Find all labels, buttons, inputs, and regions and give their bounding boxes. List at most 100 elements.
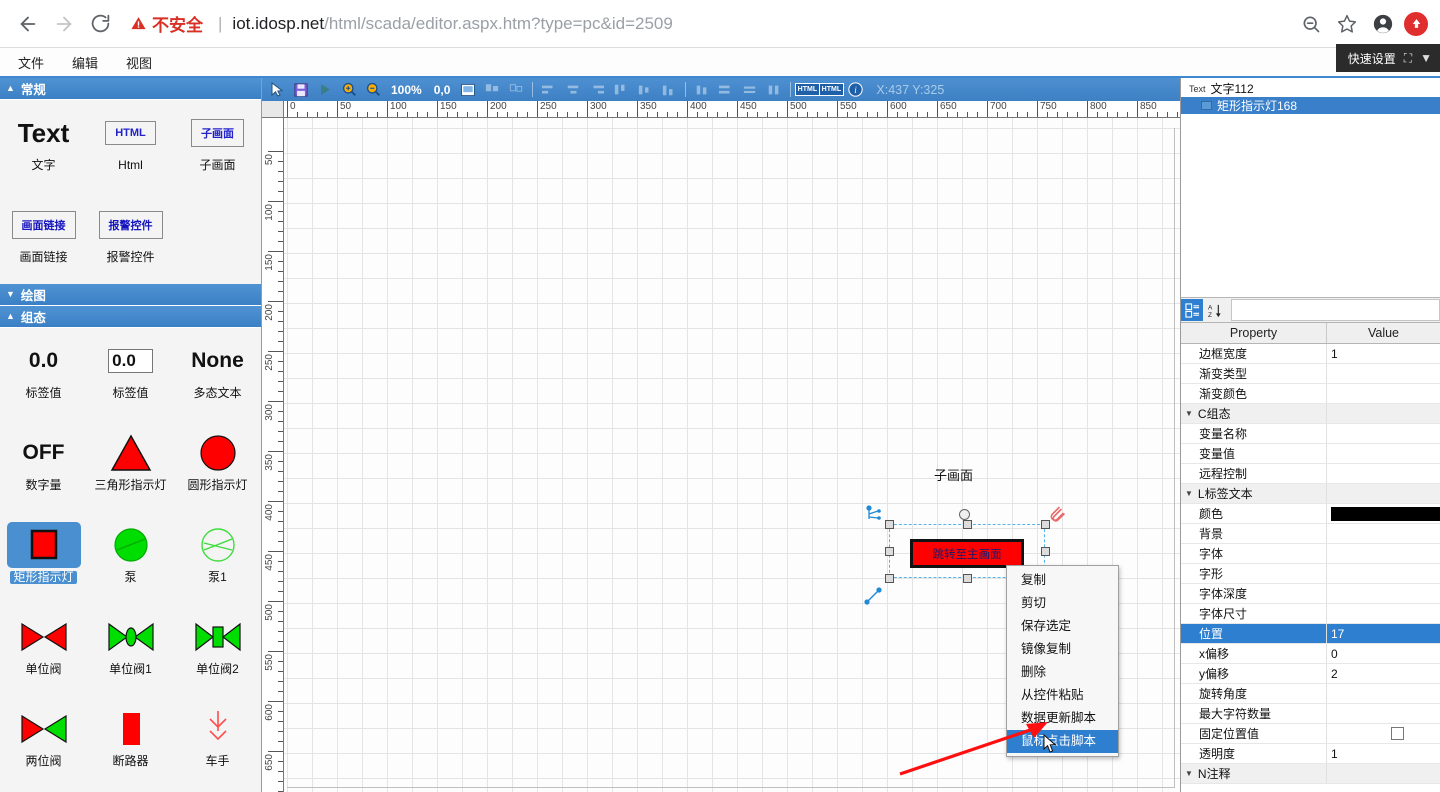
palette-item-breaker[interactable]: 断路器: [87, 696, 174, 788]
triangle-down-icon[interactable]: ▼: [1185, 489, 1193, 498]
rect-indicator-widget[interactable]: 跳转至主画面: [910, 539, 1024, 568]
palette-item-screen-link[interactable]: 画面链接 画面链接: [0, 192, 87, 284]
property-value[interactable]: [1327, 724, 1440, 743]
resize-handle-sw[interactable]: [885, 574, 894, 583]
palette-item-digital[interactable]: OFF 数字量: [0, 420, 87, 512]
forward-arrow-icon[interactable]: [46, 6, 82, 42]
property-row[interactable]: 颜色: [1181, 504, 1440, 524]
design-canvas[interactable]: 子画面: [284, 118, 1180, 792]
page-icon[interactable]: [457, 80, 479, 100]
checkbox[interactable]: [1391, 727, 1404, 740]
resize-handle-n[interactable]: [963, 520, 972, 529]
align-middle-icon[interactable]: [634, 80, 656, 100]
zoom-in-icon[interactable]: [338, 80, 360, 100]
property-value[interactable]: 1: [1327, 344, 1440, 363]
link-icon[interactable]: [866, 505, 884, 523]
palette-item-alarm-control[interactable]: 报警控件 报警控件: [87, 192, 174, 284]
property-value[interactable]: [1327, 584, 1440, 603]
palette-group-header-drawing[interactable]: ▼ 绘图: [0, 284, 261, 306]
save-icon[interactable]: [290, 80, 312, 100]
chevron-down-icon[interactable]: ▼: [1420, 51, 1432, 65]
zoom-out-icon[interactable]: [362, 80, 384, 100]
update-arrow-icon[interactable]: [1404, 12, 1428, 36]
property-row[interactable]: 渐变类型: [1181, 364, 1440, 384]
property-value[interactable]: [1327, 484, 1440, 503]
menu-view[interactable]: 视图: [116, 50, 162, 75]
property-row[interactable]: 字体尺寸: [1181, 604, 1440, 624]
palette-item-tag-value-input[interactable]: 0.0 标签值: [87, 328, 174, 420]
palette-item-triangle-lamp[interactable]: 三角形指示灯: [87, 420, 174, 512]
reload-icon[interactable]: [82, 6, 118, 42]
menu-edit[interactable]: 编辑: [62, 50, 108, 75]
align-top-icon[interactable]: [610, 80, 632, 100]
context-menu-item-delete[interactable]: 删除: [1007, 661, 1118, 684]
profile-avatar-icon[interactable]: [1368, 9, 1398, 39]
html-button-2[interactable]: HTML: [820, 80, 842, 100]
tree-row[interactable]: 矩形指示灯168: [1181, 97, 1440, 114]
property-row[interactable]: 固定位置值: [1181, 724, 1440, 744]
align-bottom-icon[interactable]: [658, 80, 680, 100]
align-center-icon[interactable]: [562, 80, 584, 100]
palette-item-tag-value[interactable]: 0.0 标签值: [0, 328, 87, 420]
quick-settings-bar[interactable]: 快速设置 ⛶ ▼: [1336, 44, 1440, 72]
property-value[interactable]: [1327, 364, 1440, 383]
property-value[interactable]: 0: [1327, 644, 1440, 663]
resize-handle-s[interactable]: [963, 574, 972, 583]
property-value[interactable]: [1327, 444, 1440, 463]
palette-item-subscreen[interactable]: 子画面 子画面: [174, 100, 261, 192]
context-menu-item-cut[interactable]: 剪切: [1007, 592, 1118, 615]
resize-handle-nw[interactable]: [885, 520, 894, 529]
context-menu-item-save-selection[interactable]: 保存选定: [1007, 615, 1118, 638]
palette-item-inverter[interactable]: ACDC 逆变器: [87, 788, 174, 792]
property-row[interactable]: 远程控制: [1181, 464, 1440, 484]
run-play-icon[interactable]: [314, 80, 336, 100]
property-value[interactable]: [1327, 704, 1440, 723]
align-left-icon[interactable]: [538, 80, 560, 100]
palette-item-unit-valve2[interactable]: 单位阀2: [174, 604, 261, 696]
categorize-icon[interactable]: [1181, 299, 1203, 321]
palette-item-knife-switch[interactable]: 刀闸: [0, 788, 87, 792]
property-row[interactable]: 背景: [1181, 524, 1440, 544]
property-value[interactable]: [1327, 684, 1440, 703]
resize-handle-ne[interactable]: [1041, 520, 1050, 529]
palette-item-unit-valve1[interactable]: 单位阀1: [87, 604, 174, 696]
property-row[interactable]: 透明度1: [1181, 744, 1440, 764]
property-value[interactable]: [1327, 604, 1440, 623]
palette-item-pump[interactable]: 泵: [87, 512, 174, 604]
same-width-icon[interactable]: [691, 80, 713, 100]
property-row[interactable]: 字体: [1181, 544, 1440, 564]
property-value[interactable]: 17: [1327, 624, 1440, 643]
property-value[interactable]: [1327, 384, 1440, 403]
tree-row[interactable]: Text 文字112: [1181, 80, 1440, 97]
property-value[interactable]: [1327, 544, 1440, 563]
property-value[interactable]: [1327, 564, 1440, 583]
palette-group-header-configuration[interactable]: ▲ 组态: [0, 306, 261, 328]
palette-item-unit-valve[interactable]: 单位阀: [0, 604, 87, 696]
distribute-h-icon[interactable]: [715, 80, 737, 100]
property-value[interactable]: [1327, 404, 1440, 423]
resize-handle-e[interactable]: [1041, 547, 1050, 556]
property-row[interactable]: 变量值: [1181, 444, 1440, 464]
align-right-icon[interactable]: [586, 80, 608, 100]
property-row[interactable]: 字形: [1181, 564, 1440, 584]
align-tool-icon-1[interactable]: [481, 80, 503, 100]
expand-icon[interactable]: ⛶: [1404, 51, 1412, 66]
context-menu-item-paste-from-control[interactable]: 从控件粘贴: [1007, 684, 1118, 707]
zoom-out-icon[interactable]: [1296, 9, 1326, 39]
property-value[interactable]: [1327, 524, 1440, 543]
context-menu-item-mirror-copy[interactable]: 镜像复制: [1007, 638, 1118, 661]
property-row[interactable]: ▼L标签文本: [1181, 484, 1440, 504]
property-row[interactable]: 变量名称: [1181, 424, 1440, 444]
palette-item-text[interactable]: Text 文字: [0, 100, 87, 192]
property-row[interactable]: y偏移2: [1181, 664, 1440, 684]
property-row[interactable]: ▼N注释: [1181, 764, 1440, 784]
resize-handle-w[interactable]: [885, 547, 894, 556]
palette-item-rect-lamp[interactable]: 矩形指示灯: [0, 512, 87, 604]
html-button-1[interactable]: HTML: [796, 80, 818, 100]
property-list[interactable]: 边框宽度1渐变类型渐变颜色▼C组态变量名称变量值远程控制▼L标签文本颜色背景字体…: [1181, 344, 1440, 792]
palette-group-header-general[interactable]: ▲ 常规: [0, 78, 261, 100]
menu-file[interactable]: 文件: [8, 50, 54, 75]
palette-item-flower-valve[interactable]: 阀: [174, 788, 261, 792]
palette-item-circle-lamp[interactable]: 圆形指示灯: [174, 420, 261, 512]
property-value[interactable]: [1327, 764, 1440, 783]
